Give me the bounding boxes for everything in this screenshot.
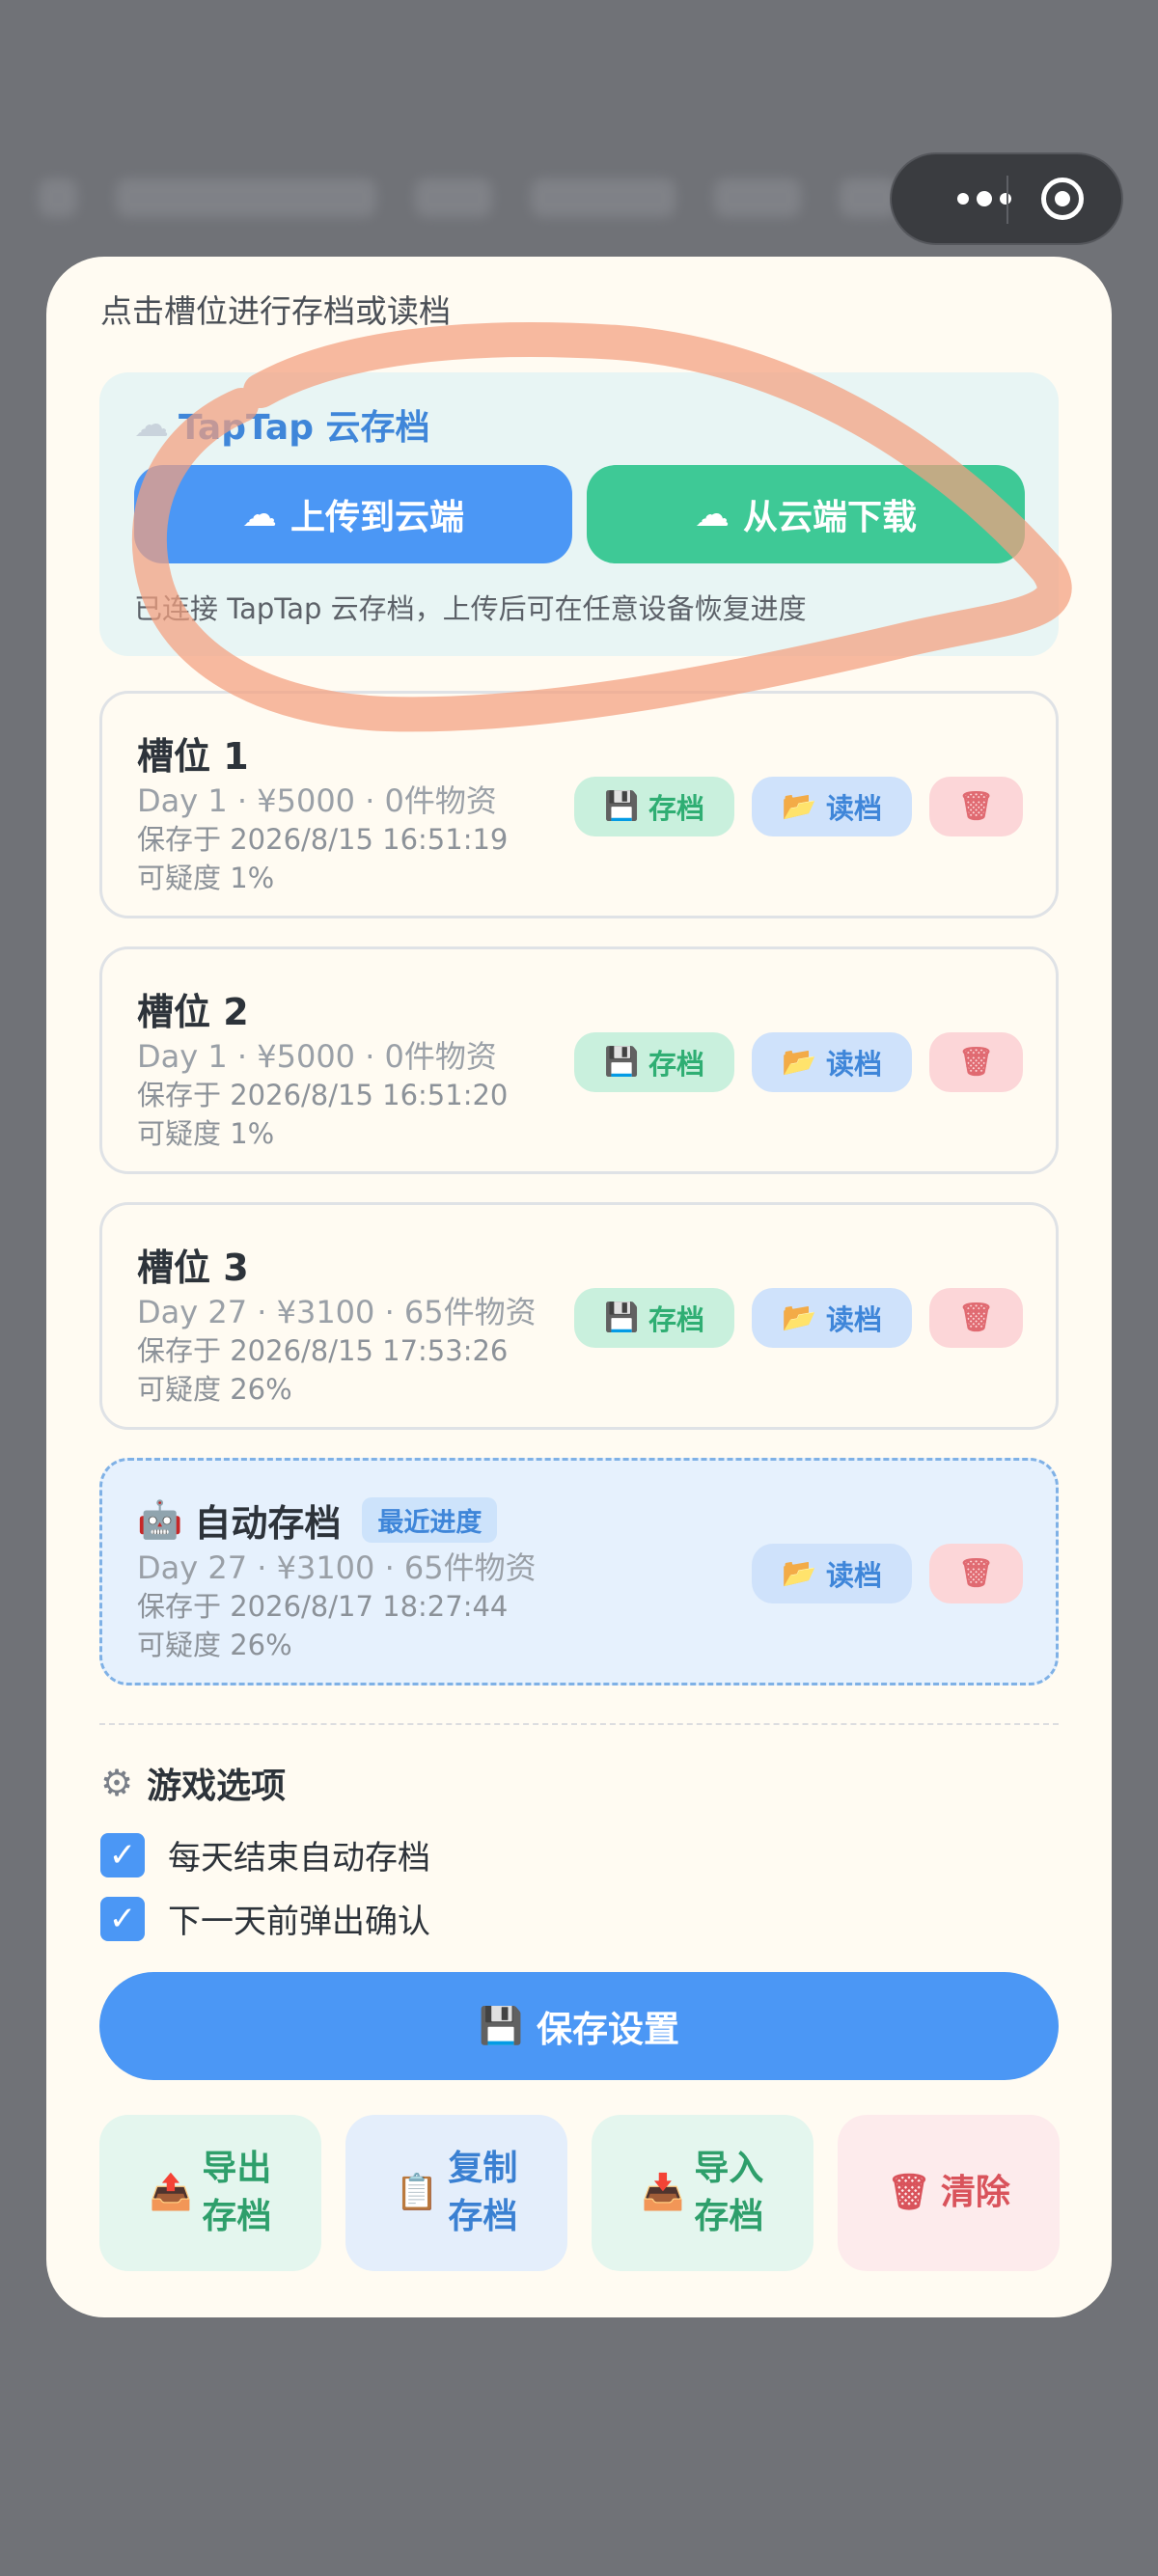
slot-summary: Day 1 · ¥5000 · 0件物资 — [137, 782, 497, 819]
save-slot-3[interactable]: 槽位 3 Day 27 · ¥3100 · 65件物资 保存于 2026/8/1… — [99, 1202, 1059, 1430]
floppy-disk-icon: 💾 — [603, 1047, 640, 1078]
floppy-disk-icon: 💾 — [478, 2005, 524, 2045]
copy-save-button[interactable]: 📋 复制 存档 — [345, 2115, 567, 2271]
cloud-save-section: ☁ TapTap 云存档 ☁ 上传到云端 ☁ 从云端下载 已连接 TapTap … — [99, 372, 1059, 656]
trash-icon: 🗑 — [887, 2173, 931, 2212]
folder-icon: 📂 — [781, 1558, 817, 1589]
outbox-tray-icon: 📤 — [149, 2173, 193, 2212]
save-slot-2[interactable]: 槽位 2 Day 1 · ¥5000 · 0件物资 保存于 2026/8/15 … — [99, 946, 1059, 1174]
slot-save-button[interactable]: 💾 存档 — [574, 777, 734, 836]
slot-suspicion: 可疑度 1% — [137, 862, 275, 894]
gear-icon: ⚙ — [100, 1762, 134, 1804]
slot-delete-button[interactable]: 🗑 — [929, 777, 1023, 836]
import-save-button[interactable]: 📥 导入 存档 — [592, 2115, 813, 2271]
cloud-upload-icon: ☁ — [241, 494, 277, 534]
option-confirm-next-day[interactable]: ✓ 下一天前弹出确认 — [100, 1895, 430, 1942]
slot-load-button[interactable]: 📂 读档 — [752, 1544, 912, 1603]
auto-slot-title: 🤖 自动存档 最近进度 — [137, 1494, 498, 1547]
slot-suspicion: 可疑度 26% — [137, 1373, 292, 1406]
folder-icon: 📂 — [781, 1302, 817, 1333]
cloud-download-icon: ☁ — [694, 494, 730, 534]
floppy-disk-icon: 💾 — [603, 791, 640, 822]
slot-summary: Day 1 · ¥5000 · 0件物资 — [137, 1038, 497, 1075]
robot-icon: 🤖 — [137, 1498, 183, 1541]
clipboard-icon: 📋 — [395, 2173, 439, 2212]
slot-save-button[interactable]: 💾 存档 — [574, 1288, 734, 1348]
trash-icon: 🗑 — [958, 1558, 994, 1589]
slot-title: 槽位 3 — [137, 1247, 249, 1289]
slot-load-button[interactable]: 📂 读档 — [752, 777, 912, 836]
folder-icon: 📂 — [781, 791, 817, 822]
section-divider — [99, 1723, 1059, 1725]
upload-to-cloud-button[interactable]: ☁ 上传到云端 — [134, 465, 572, 563]
clear-save-button[interactable]: 🗑 清除 — [838, 2115, 1060, 2271]
cloud-status-note: 已连接 TapTap 云存档，上传后可在任意设备恢复进度 — [134, 592, 807, 625]
trash-icon: 🗑 — [958, 1047, 994, 1078]
cloud-icon: ☁ — [134, 404, 169, 445]
slot-saved-time: 保存于 2026/8/15 16:51:20 — [137, 1079, 509, 1111]
floppy-disk-icon: 💾 — [603, 1302, 640, 1333]
slot-suspicion: 可疑度 1% — [137, 1117, 275, 1150]
option-auto-save-daily[interactable]: ✓ 每天结束自动存档 — [100, 1831, 430, 1878]
cloud-section-title: ☁ TapTap 云存档 — [134, 404, 430, 449]
slot-delete-button[interactable]: 🗑 — [929, 1288, 1023, 1348]
slot-delete-button[interactable]: 🗑 — [929, 1032, 1023, 1092]
export-save-button[interactable]: 📤 导出 存档 — [99, 2115, 321, 2271]
panel-hint: 点击槽位进行存档或读档 — [100, 292, 451, 330]
slot-save-button[interactable]: 💾 存档 — [574, 1032, 734, 1092]
latest-progress-badge: 最近进度 — [362, 1497, 498, 1543]
slot-title: 槽位 2 — [137, 991, 249, 1033]
capsule-divider — [1006, 176, 1008, 224]
slot-title: 槽位 1 — [137, 735, 249, 778]
folder-icon: 📂 — [781, 1047, 817, 1078]
slot-summary: Day 27 · ¥3100 · 65件物资 — [137, 1294, 537, 1330]
more-menu-button[interactable] — [926, 154, 1042, 243]
slot-saved-time: 保存于 2026/8/15 17:53:26 — [137, 1334, 509, 1367]
slot-suspicion: 可疑度 26% — [137, 1629, 292, 1661]
game-options-title: ⚙ 游戏选项 — [100, 1762, 287, 1806]
slot-saved-time: 保存于 2026/8/17 18:27:44 — [137, 1590, 509, 1623]
checkbox-checked[interactable]: ✓ — [100, 1896, 145, 1941]
slot-delete-button[interactable]: 🗑 — [929, 1544, 1023, 1603]
option-label: 下一天前弹出确认 — [168, 1903, 430, 1941]
save-settings-button[interactable]: 💾 保存设置 — [99, 1972, 1059, 2080]
checkbox-checked[interactable]: ✓ — [100, 1832, 145, 1877]
inbox-tray-icon: 📥 — [641, 2173, 685, 2212]
auto-save-slot[interactable]: 🤖 自动存档 最近进度 Day 27 · ¥3100 · 65件物资 保存于 2… — [99, 1458, 1059, 1685]
option-label: 每天结束自动存档 — [168, 1839, 430, 1877]
slot-load-button[interactable]: 📂 读档 — [752, 1032, 912, 1092]
close-target-icon[interactable] — [1041, 178, 1084, 220]
mini-program-capsule — [890, 152, 1123, 245]
slot-saved-time: 保存于 2026/8/15 16:51:19 — [137, 823, 509, 856]
save-load-panel: 点击槽位进行存档或读档 ☁ TapTap 云存档 ☁ 上传到云端 ☁ 从云端下载… — [46, 257, 1112, 2317]
slot-summary: Day 27 · ¥3100 · 65件物资 — [137, 1549, 537, 1586]
slot-load-button[interactable]: 📂 读档 — [752, 1288, 912, 1348]
save-slot-1[interactable]: 槽位 1 Day 1 · ¥5000 · 0件物资 保存于 2026/8/15 … — [99, 691, 1059, 918]
trash-icon: 🗑 — [958, 1302, 994, 1333]
download-from-cloud-button[interactable]: ☁ 从云端下载 — [587, 465, 1025, 563]
trash-icon: 🗑 — [958, 791, 994, 822]
